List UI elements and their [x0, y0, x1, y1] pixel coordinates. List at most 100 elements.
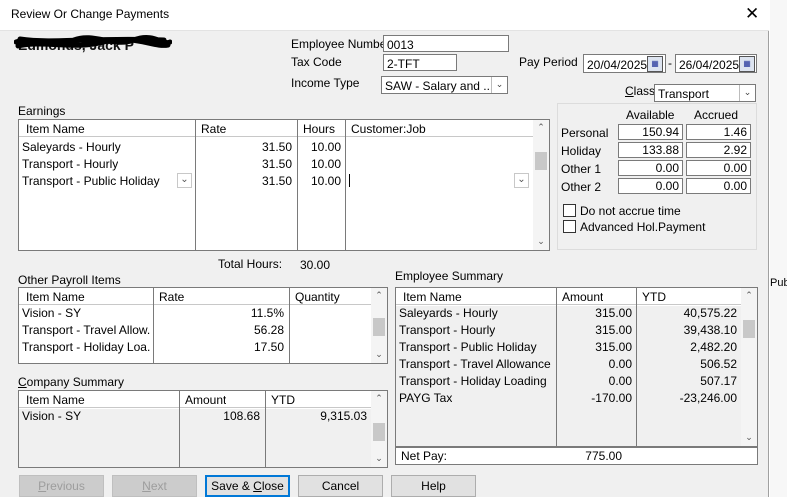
earnings-col-job: Customer:Job — [351, 122, 426, 136]
earnings-rate[interactable]: 31.50 — [199, 140, 292, 154]
other-payroll-item[interactable]: Transport - Travel Allow... — [22, 323, 150, 337]
employee-summary-amount[interactable]: 315.00 — [560, 306, 632, 320]
employee-number-field[interactable]: 0013 — [383, 35, 509, 52]
do-not-accrue-checkbox[interactable] — [563, 204, 576, 217]
other-payroll-rate[interactable]: 11.5% — [157, 306, 284, 320]
employee-summary-ytd[interactable]: 40,575.22 — [640, 306, 737, 320]
other2-accrued-field[interactable]: 0.00 — [686, 178, 751, 194]
company-summary-scrollbar[interactable]: ⌃ ⌄ — [371, 391, 387, 467]
employee-summary-scrollbar[interactable]: ⌃ ⌄ — [741, 288, 757, 446]
other1-accrued-field[interactable]: 0.00 — [686, 160, 751, 176]
other-payroll-item[interactable]: Transport - Holiday Loa... — [22, 340, 150, 354]
earnings-item[interactable]: Transport - Hourly — [22, 157, 118, 171]
company-summary-item[interactable]: Vision - SY — [22, 409, 81, 423]
other-payroll-rate[interactable]: 17.50 — [157, 340, 284, 354]
income-type-select[interactable]: SAW - Salary and ... ⌄ — [381, 76, 508, 94]
scroll-thumb[interactable] — [373, 423, 385, 441]
advanced-hol-checkbox[interactable] — [563, 220, 576, 233]
scroll-up-icon[interactable]: ⌃ — [533, 122, 549, 133]
column-divider — [636, 288, 637, 446]
save-close-button[interactable]: Save & Close — [205, 475, 290, 497]
company-summary-col-item: Item Name — [26, 393, 85, 407]
column-divider — [265, 391, 266, 467]
scroll-thumb[interactable] — [373, 318, 385, 336]
holiday-accrued-field[interactable]: 2.92 — [686, 142, 751, 158]
close-icon[interactable]: ✕ — [745, 4, 759, 24]
employee-summary-amount[interactable]: 315.00 — [560, 323, 632, 337]
scroll-down-icon[interactable]: ⌄ — [371, 453, 387, 464]
employee-summary-item[interactable]: Saleyards - Hourly — [399, 306, 498, 320]
company-summary-header: Item Name Amount YTD — [19, 391, 387, 408]
employee-summary-amount[interactable]: -170.00 — [560, 391, 632, 405]
employee-summary-col-ytd: YTD — [642, 290, 666, 304]
personal-accrued-field[interactable]: 1.46 — [686, 124, 751, 140]
tax-code-field[interactable]: 2-TFT — [383, 54, 457, 71]
earnings-hours[interactable]: 10.00 — [299, 157, 341, 171]
earnings-col-item: Item Name — [26, 122, 85, 136]
scroll-down-icon[interactable]: ⌄ — [371, 349, 387, 360]
cancel-button[interactable]: Cancel — [298, 475, 383, 497]
employee-summary-ytd[interactable]: 39,438.10 — [640, 323, 737, 337]
earnings-item[interactable]: Transport - Public Holiday — [22, 174, 160, 188]
scroll-down-icon[interactable]: ⌄ — [741, 432, 757, 443]
calendar-icon[interactable]: ▦ — [647, 56, 663, 72]
next-button[interactable]: Next — [112, 475, 197, 497]
other2-available-field[interactable]: 0.00 — [618, 178, 683, 194]
holiday-available-field[interactable]: 133.88 — [618, 142, 683, 158]
employee-summary-amount[interactable]: 315.00 — [560, 340, 632, 354]
company-summary-ytd[interactable]: 9,315.03 — [269, 409, 367, 423]
earnings-item[interactable]: Saleyards - Hourly — [22, 140, 121, 154]
earnings-scrollbar[interactable]: ⌃ ⌄ — [533, 120, 549, 250]
employee-summary-ytd[interactable]: 2,482.20 — [640, 340, 737, 354]
earnings-col-hours: Hours — [303, 122, 336, 136]
chevron-down-icon[interactable]: ⌄ — [514, 173, 529, 188]
earnings-rate[interactable]: 31.50 — [199, 174, 292, 188]
earnings-rate[interactable]: 31.50 — [199, 157, 292, 171]
pay-period-start-value: 20/04/2025 — [587, 58, 648, 72]
calendar-icon[interactable]: ▦ — [739, 56, 755, 72]
net-pay-label: Net Pay: — [401, 449, 448, 463]
column-divider — [153, 288, 154, 363]
company-summary-table: Item Name Amount YTD Vision - SY 108.68 … — [18, 390, 388, 468]
employee-summary-amount[interactable]: 0.00 — [560, 374, 632, 388]
employee-summary-ytd[interactable]: 507.17 — [640, 374, 737, 388]
employee-summary-item[interactable]: Transport - Travel Allowance — [399, 357, 551, 371]
column-divider — [179, 391, 180, 467]
employee-summary-item[interactable]: Transport - Hourly — [399, 323, 495, 337]
employee-summary-item[interactable]: PAYG Tax — [399, 391, 452, 405]
scroll-thumb[interactable] — [535, 152, 547, 170]
accrual-label-other1: Other 1 — [561, 162, 602, 176]
other-payroll-scrollbar[interactable]: ⌃ ⌄ — [371, 288, 387, 363]
help-button[interactable]: Help — [391, 475, 476, 497]
available-header: Available — [626, 108, 675, 122]
net-pay-row: Net Pay: 775.00 — [395, 447, 758, 465]
employee-summary-amount[interactable]: 0.00 — [560, 357, 632, 371]
earnings-hours[interactable]: 10.00 — [299, 140, 341, 154]
earnings-header: Item Name Rate Hours Customer:Job — [19, 120, 549, 137]
scroll-up-icon[interactable]: ⌃ — [371, 393, 387, 404]
scroll-down-icon[interactable]: ⌄ — [533, 236, 549, 247]
column-divider — [289, 288, 290, 363]
class-select[interactable]: Transport ⌄ — [654, 84, 756, 102]
company-summary-amount[interactable]: 108.68 — [183, 409, 260, 423]
scroll-thumb[interactable] — [743, 320, 755, 338]
scroll-up-icon[interactable]: ⌃ — [371, 290, 387, 301]
employee-summary-item[interactable]: Transport - Public Holiday — [399, 340, 537, 354]
employee-summary-header: Item Name Amount YTD — [396, 288, 757, 305]
employee-number-label: Employee Number — [291, 37, 391, 51]
other-payroll-item[interactable]: Vision - SY — [22, 306, 150, 320]
chevron-down-icon[interactable]: ⌄ — [177, 173, 192, 188]
other-payroll-rate[interactable]: 56.28 — [157, 323, 284, 337]
column-divider — [556, 288, 557, 446]
employee-summary-ytd[interactable]: -23,246.00 — [640, 391, 737, 405]
other1-available-field[interactable]: 0.00 — [618, 160, 683, 176]
chevron-down-icon[interactable]: ⌄ — [491, 77, 507, 93]
earnings-hours[interactable]: 10.00 — [299, 174, 341, 188]
scroll-up-icon[interactable]: ⌃ — [741, 290, 757, 301]
chevron-down-icon[interactable]: ⌄ — [739, 85, 755, 101]
personal-available-field[interactable]: 150.94 — [618, 124, 683, 140]
previous-button[interactable]: Previous — [19, 475, 104, 497]
employee-summary-item[interactable]: Transport - Holiday Loading — [399, 374, 547, 388]
other-payroll-table: Item Name Rate Quantity Vision - SY 11.5… — [18, 287, 388, 364]
employee-summary-ytd[interactable]: 506.52 — [640, 357, 737, 371]
